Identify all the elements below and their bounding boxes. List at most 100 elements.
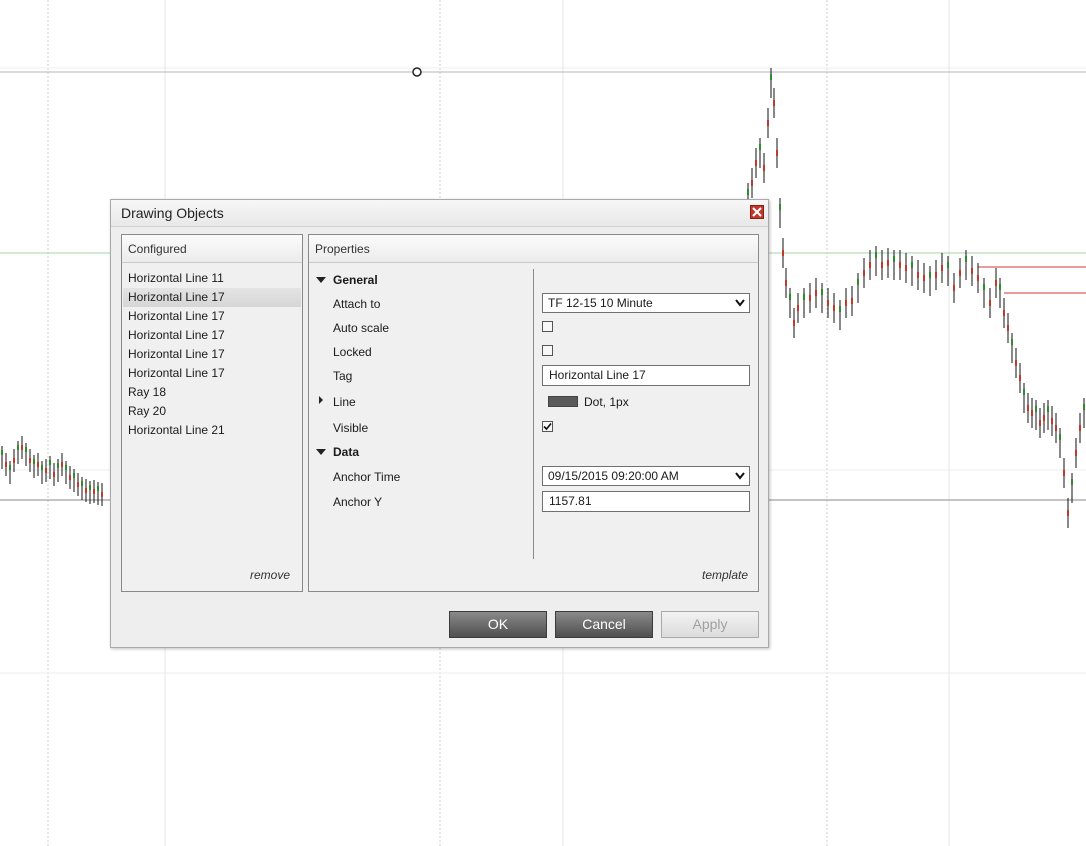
candle-body [57, 463, 59, 468]
candle-body [851, 298, 853, 304]
chevron-down-icon [735, 299, 745, 307]
candle-body [785, 280, 787, 286]
candle-body [1035, 406, 1037, 412]
candle-body [770, 74, 772, 80]
dialog-titlebar[interactable]: Drawing Objects [111, 200, 768, 227]
remove-link[interactable]: remove [250, 568, 290, 582]
list-item[interactable]: Ray 20 [123, 402, 301, 421]
candle-body [1, 450, 3, 455]
candle-body [839, 306, 841, 312]
candle-body [77, 482, 79, 487]
auto-scale-checkbox[interactable] [542, 321, 553, 332]
attach-to-dropdown[interactable]: TF 12-15 10 Minute [542, 293, 750, 313]
tag-input[interactable]: Horizontal Line 17 [542, 365, 750, 386]
candle-body [782, 250, 784, 256]
collapse-general-icon[interactable] [316, 277, 326, 283]
list-item[interactable]: Horizontal Line 17 [123, 307, 301, 326]
candle-body [53, 472, 55, 477]
attach-to-value: TF 12-15 10 Minute [548, 296, 653, 310]
list-item[interactable]: Horizontal Line 11 [123, 269, 301, 288]
visible-checkbox[interactable] [542, 421, 553, 432]
line-label[interactable]: Line [333, 395, 356, 409]
anchor-y-label: Anchor Y [333, 495, 383, 509]
candle-body [1059, 434, 1061, 440]
candle-body [793, 320, 795, 326]
properties-header: Properties [309, 235, 758, 263]
candle-body [37, 462, 39, 467]
candle-body [803, 294, 805, 300]
template-link[interactable]: template [702, 568, 748, 582]
candle-body [965, 256, 967, 262]
candle-body [751, 180, 753, 186]
candle-body [85, 488, 87, 493]
configured-list: Horizontal Line 11 Horizontal Line 17 Hori… [123, 269, 301, 440]
locked-checkbox[interactable] [542, 345, 553, 356]
candle-body [25, 447, 27, 452]
collapse-data-icon[interactable] [316, 449, 326, 455]
anchor-time-dropdown[interactable]: 09/15/2015 09:20:00 AM [542, 466, 750, 486]
tag-label: Tag [333, 369, 353, 383]
candle-body [776, 150, 778, 156]
candle-body [73, 473, 75, 478]
candle-body [893, 256, 895, 262]
candle-body [759, 144, 761, 150]
candle-body [1051, 418, 1053, 424]
list-item[interactable]: Horizontal Line 17 [123, 364, 301, 383]
expand-line-icon[interactable] [319, 396, 323, 404]
apply-button[interactable]: Apply [661, 611, 759, 638]
candle-body [773, 100, 775, 106]
candle-body [1039, 420, 1041, 426]
properties-panel: Properties General Attach to TF 12-15 10… [308, 234, 759, 592]
chevron-down-icon [735, 472, 745, 480]
candle-body [999, 284, 1001, 290]
line-anchor-handle[interactable] [412, 67, 422, 77]
ok-button[interactable]: OK [449, 611, 547, 638]
line-style-value[interactable]: Dot, 1px [584, 395, 629, 409]
line-color-swatch[interactable] [548, 396, 578, 407]
list-item[interactable]: Horizontal Line 21 [123, 421, 301, 440]
candle-body [779, 204, 781, 210]
configured-panel: Configured Horizontal Line 11 Horizontal … [121, 234, 303, 592]
candle-body [1031, 410, 1033, 416]
candle-body [815, 290, 817, 296]
candle-body [1015, 360, 1017, 366]
candle-body [1043, 415, 1045, 421]
candle-body [905, 265, 907, 271]
candle-body [1023, 389, 1025, 395]
candle-body [1007, 325, 1009, 331]
candle-body [863, 270, 865, 276]
candle-body [13, 458, 15, 463]
category-data[interactable]: Data [333, 445, 359, 459]
candle-body [1071, 479, 1073, 485]
candle-body [995, 280, 997, 286]
auto-scale-label: Auto scale [333, 321, 390, 335]
candle-body [959, 270, 961, 276]
close-icon[interactable] [750, 205, 764, 219]
list-item[interactable]: Ray 18 [123, 383, 301, 402]
list-item[interactable]: Horizontal Line 17 [123, 345, 301, 364]
candle-body [1019, 375, 1021, 381]
candle-body [1083, 404, 1085, 410]
candle-body [1063, 470, 1065, 476]
anchor-y-input[interactable]: 1157.81 [542, 491, 750, 512]
candle-body [1075, 450, 1077, 456]
cancel-button[interactable]: Cancel [555, 611, 653, 638]
properties-header-label: Properties [315, 242, 370, 256]
candle-body [69, 475, 71, 480]
configured-header-label: Configured [128, 242, 187, 256]
property-grid-splitter[interactable] [533, 269, 534, 559]
candle-body [947, 262, 949, 268]
category-general[interactable]: General [333, 273, 378, 287]
locked-label: Locked [333, 345, 372, 359]
list-item[interactable]: Horizontal Line 17 [123, 288, 301, 307]
candle-body [857, 279, 859, 285]
candle-body [17, 445, 19, 450]
configured-header: Configured [122, 235, 302, 263]
candle-body [61, 462, 63, 467]
candle-body [827, 300, 829, 306]
candle-body [5, 462, 7, 467]
candle-body [1027, 405, 1029, 411]
candle-body [983, 284, 985, 290]
list-item[interactable]: Horizontal Line 17 [123, 326, 301, 345]
candle-body [953, 285, 955, 291]
